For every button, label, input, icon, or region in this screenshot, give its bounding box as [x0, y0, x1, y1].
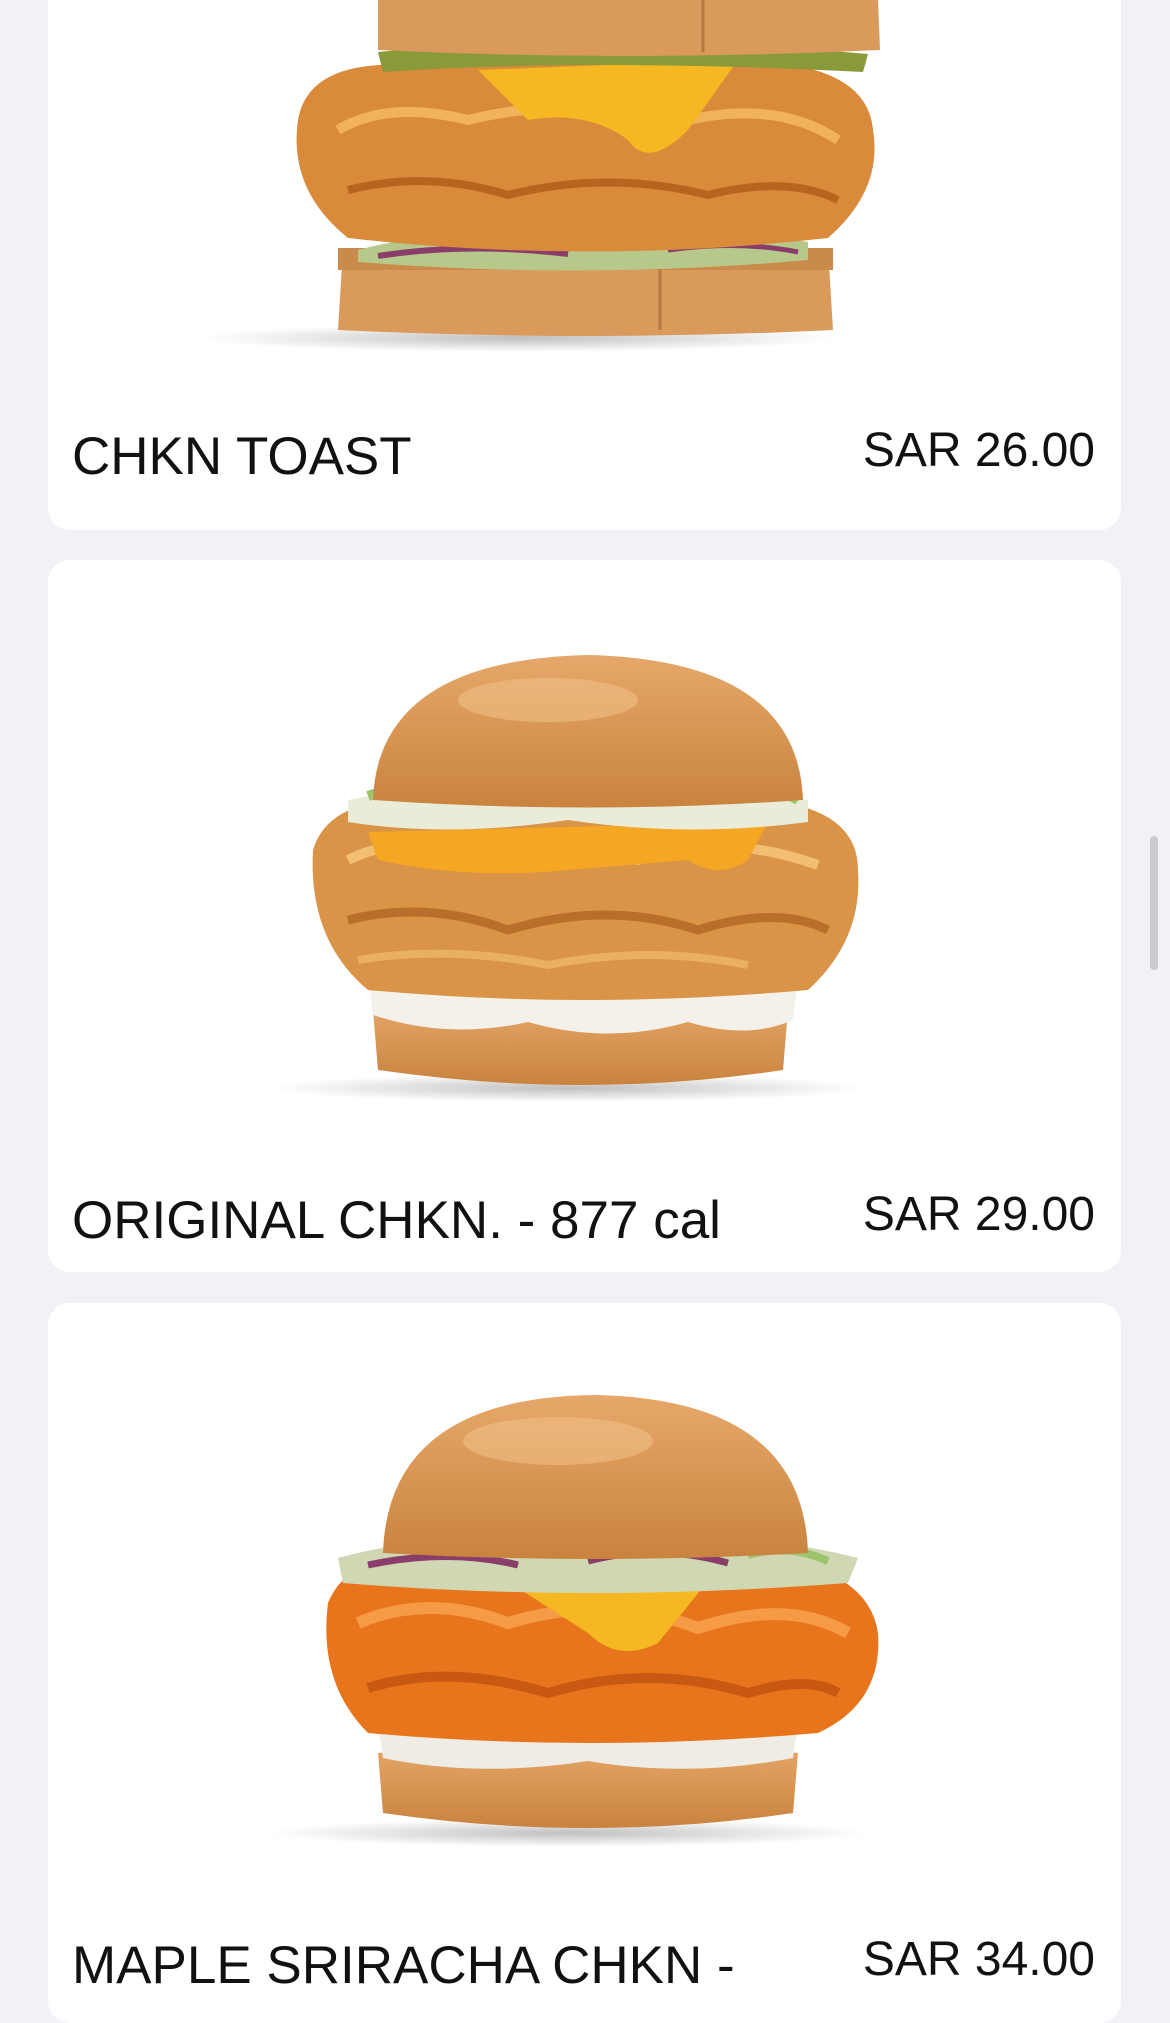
menu-item-card[interactable]: MAPLE SRIRACHA CHKN - SAR 34.00	[48, 1303, 1121, 2023]
item-name: CHKN TOAST	[72, 427, 412, 486]
item-price: SAR 34.00	[862, 1933, 1095, 1986]
item-price: SAR 29.00	[862, 1188, 1095, 1241]
item-name: ORIGINAL CHKN. - 877 cal	[72, 1191, 721, 1250]
menu-item-card[interactable]: CHKN TOAST SAR 26.00	[48, 0, 1121, 530]
maple-sriracha-chkn-image	[48, 1303, 1121, 1863]
item-price: SAR 26.00	[862, 424, 1095, 477]
original-chkn-image	[48, 560, 1121, 1120]
scrollbar-thumb[interactable]	[1150, 836, 1158, 970]
item-name: MAPLE SRIRACHA CHKN -	[72, 1936, 735, 1995]
chkn-toast-image	[48, 0, 1121, 360]
menu-item-card[interactable]: ORIGINAL CHKN. - 877 cal SAR 29.00	[48, 560, 1121, 1272]
